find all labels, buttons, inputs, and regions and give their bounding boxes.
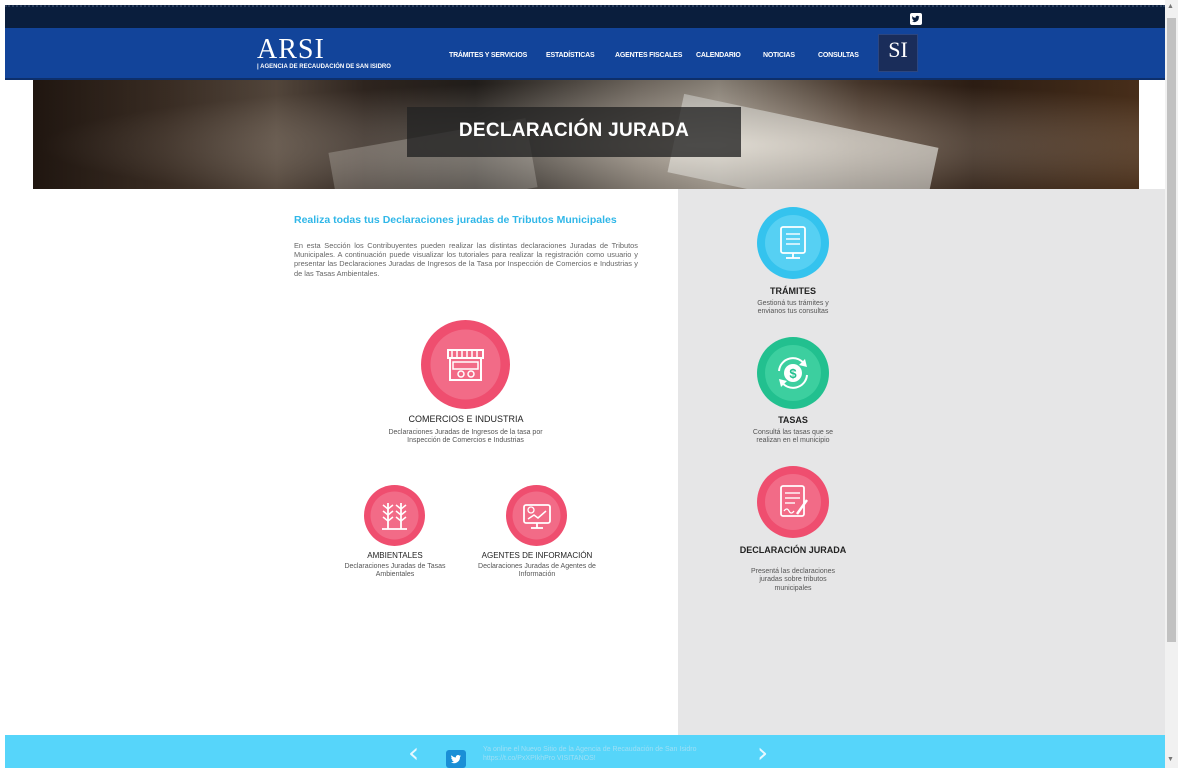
ambientales-card-title[interactable]: AMBIENTALES	[319, 551, 471, 560]
dollar-refresh-icon: $	[765, 345, 821, 401]
tasas-desc: Consultá las tasas que se realizan en el…	[752, 429, 834, 445]
document-monitor-icon	[765, 215, 821, 271]
declaracion-jurada-button[interactable]	[757, 466, 829, 538]
twitter-icon[interactable]	[910, 13, 922, 25]
nav-agentes-fiscales[interactable]: AGENTES FISCALES	[615, 52, 682, 59]
nav-noticias[interactable]: NOTICIAS	[763, 52, 795, 59]
main-nav: ARSI | AGENCIA DE RECAUDACIÓN DE SAN ISI…	[5, 28, 1165, 80]
tramites-desc: Gestioná tus trámites y envianos tus con…	[757, 300, 829, 316]
ticker-text[interactable]: Ya online el Nuevo Sitio de la Agencia d…	[483, 745, 745, 763]
si-logo-text: SI	[888, 37, 908, 62]
section-intro: En esta Sección los Contribuyentes puede…	[294, 241, 638, 278]
scroll-down-arrow[interactable]: ▼	[1167, 756, 1174, 763]
twitter-ticker: ‹ Ya online el Nuevo Sitio de la Agencia…	[5, 735, 1165, 768]
agentes-info-card-title[interactable]: AGENTES DE INFORMACIÓN	[461, 551, 613, 560]
store-icon	[430, 329, 501, 400]
ambientales-card-button[interactable]	[364, 485, 425, 546]
tasas-button[interactable]: $	[757, 337, 829, 409]
twitter-icon[interactable]	[446, 750, 466, 768]
plants-icon	[370, 491, 419, 540]
tasas-title[interactable]: TASAS	[718, 415, 868, 425]
comercios-card-desc: Declaraciones Juradas de Ingresos de la …	[388, 429, 543, 445]
comercios-card-title[interactable]: COMERCIOS E INDUSTRIA	[366, 414, 566, 424]
top-bar	[5, 5, 1165, 28]
ticker-next-arrow[interactable]: ›	[757, 739, 768, 767]
nav-tramites-servicios[interactable]: TRÁMITES Y SERVICIOS	[449, 52, 527, 59]
page: { "topbar": { "social_icon": "twitter-ic…	[0, 0, 1178, 768]
sidebar-panel	[678, 189, 1165, 735]
agentes-info-card-button[interactable]	[506, 485, 567, 546]
svg-text:$: $	[789, 366, 797, 381]
vertical-scrollbar[interactable]: ▲ ▼	[1165, 0, 1178, 768]
section-heading: Realiza todas tus Declaraciones juradas …	[294, 214, 617, 226]
logo-title[interactable]: ARSI	[257, 34, 325, 66]
nav-estadisticas[interactable]: ESTADÍSTICAS	[546, 52, 595, 59]
logo-subtitle: | AGENCIA DE RECAUDACIÓN DE SAN ISIDRO	[257, 64, 391, 70]
declaracion-jurada-title[interactable]: DECLARACIÓN JURADA	[718, 545, 868, 555]
ambientales-card-desc: Declaraciones Juradas de Tasas Ambiental…	[344, 563, 446, 579]
monitor-info-icon	[512, 491, 561, 540]
hero-title-box: DECLARACIÓN JURADA	[407, 107, 741, 157]
scrollbar-thumb[interactable]	[1167, 18, 1176, 642]
scroll-up-arrow[interactable]: ▲	[1167, 3, 1174, 10]
ticker-prev-arrow[interactable]: ‹	[408, 739, 419, 767]
hero-banner: DECLARACIÓN JURADA	[33, 80, 1139, 189]
document-sign-icon	[765, 474, 821, 530]
nav-calendario[interactable]: CALENDARIO	[696, 52, 741, 59]
declaracion-jurada-desc: Presentá las declaraciones juradas sobre…	[750, 568, 836, 592]
tramites-button[interactable]	[757, 207, 829, 279]
si-logo[interactable]: SI	[878, 34, 918, 72]
agentes-info-card-desc: Declaraciones Juradas de Agentes de Info…	[478, 563, 596, 579]
page-title: DECLARACIÓN JURADA	[458, 120, 690, 141]
comercios-card-button[interactable]	[421, 320, 510, 409]
nav-consultas[interactable]: CONSULTAS	[818, 52, 859, 59]
tramites-title[interactable]: TRÁMITES	[718, 286, 868, 296]
